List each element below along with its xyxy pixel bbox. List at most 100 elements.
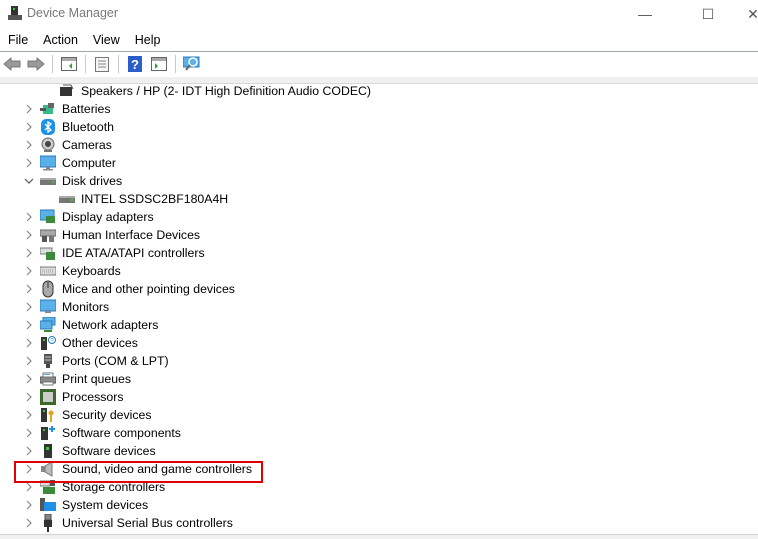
back-button[interactable] (2, 55, 22, 73)
expand-arrow-right-icon[interactable] (24, 352, 34, 370)
tree-category-item[interactable]: Keyboards (40, 262, 121, 280)
tree-category-item[interactable]: Computer (40, 154, 116, 172)
expand-arrow-right-icon[interactable] (24, 208, 34, 226)
tree-category-item[interactable]: Disk drives (40, 172, 122, 190)
tree-item-label: Network adapters (62, 318, 159, 332)
other-devices-icon: ? (40, 335, 56, 351)
expand-arrow-right-icon[interactable] (24, 514, 34, 532)
expand-arrow-right-icon[interactable] (24, 226, 34, 244)
menu-file[interactable]: File (0, 30, 35, 50)
tree-category-item[interactable]: Bluetooth (40, 118, 114, 136)
speaker-device-icon (59, 83, 75, 99)
tree-item-label: Display adapters (62, 210, 154, 224)
expand-arrow-right-icon[interactable] (24, 334, 34, 352)
tree-item-label: Security devices (62, 408, 152, 422)
tree-item-label: Monitors (62, 300, 110, 314)
printer-icon (40, 371, 56, 387)
expand-arrow-right-icon[interactable] (24, 496, 34, 514)
menu-help[interactable]: Help (127, 30, 168, 50)
mouse-icon (40, 280, 56, 298)
forward-button[interactable] (26, 55, 46, 73)
expand-arrow-right-icon[interactable] (24, 406, 34, 424)
close-icon: ✕ (747, 5, 758, 22)
tree-category-item[interactable]: System devices (40, 496, 148, 514)
tree-item-label: Human Interface Devices (62, 228, 201, 242)
close-button[interactable]: ✕ (730, 0, 758, 28)
expand-arrow-right-icon[interactable] (24, 118, 34, 136)
tree-category-item[interactable]: Network adapters (40, 316, 158, 334)
expand-arrow-down-icon[interactable] (24, 172, 34, 190)
maximize-button[interactable]: ☐ (685, 0, 731, 28)
show-hide-console-tree-button[interactable] (59, 55, 79, 73)
tree-item-label: System devices (62, 498, 149, 512)
system-device-icon (40, 497, 56, 513)
tree-category-item[interactable]: Ports (COM & LPT) (40, 352, 169, 370)
processor-icon (40, 389, 56, 405)
help-button[interactable]: ? (125, 55, 145, 73)
tree-item-label: Other devices (62, 336, 138, 350)
status-strip (0, 534, 758, 539)
disk-drive-icon (59, 191, 75, 207)
tree-item-label: Mice and other pointing devices (62, 282, 235, 296)
toolbar-separator (52, 55, 53, 73)
expand-arrow-right-icon[interactable] (24, 280, 34, 298)
highlight-box (14, 461, 263, 483)
menu-view[interactable]: View (85, 30, 127, 50)
tree-category-item[interactable]: Mice and other pointing devices (40, 280, 235, 298)
expand-arrow-right-icon[interactable] (24, 298, 34, 316)
expand-arrow-right-icon[interactable] (24, 262, 34, 280)
hid-icon (40, 227, 56, 243)
minimize-button[interactable]: — (622, 0, 668, 28)
tree-item-label: Ports (COM & LPT) (62, 354, 169, 368)
toolbar: ? (0, 52, 758, 76)
window-title: Device Manager (27, 6, 119, 20)
device-manager-icon (8, 6, 22, 20)
usb-icon (40, 514, 56, 532)
tree-item-label: Disk drives (62, 174, 123, 188)
tree-item-label: Software devices (62, 444, 156, 458)
expand-arrow-right-icon[interactable] (24, 154, 34, 172)
expand-arrow-right-icon[interactable] (24, 388, 34, 406)
tree-category-item[interactable]: Print queues (40, 370, 131, 388)
tree-category-item[interactable]: Batteries (40, 100, 111, 118)
expand-arrow-right-icon[interactable] (24, 316, 34, 334)
tree-item-label: Cameras (62, 138, 112, 152)
back-icon (3, 57, 21, 71)
tree-category-item[interactable]: Cameras (40, 136, 112, 154)
tree-category-item[interactable]: Processors (40, 388, 124, 406)
tree-category-item[interactable]: Software devices (40, 442, 156, 460)
properties-button[interactable] (92, 55, 112, 73)
scan-hardware-button[interactable] (182, 55, 202, 73)
tree-category-item[interactable]: IDE ATA/ATAPI controllers (40, 244, 205, 262)
tree-device-item[interactable]: INTEL SSDSC2BF180A4H (59, 190, 228, 208)
expand-arrow-right-icon[interactable] (24, 136, 34, 154)
camera-icon (40, 137, 56, 153)
ide-controller-icon (40, 245, 56, 261)
tree-category-item[interactable]: Software components (40, 424, 181, 442)
disk-drive-icon (40, 173, 56, 189)
expand-arrow-right-icon[interactable] (24, 442, 34, 460)
scan-hardware-icon (183, 56, 200, 71)
menu-bar: File Action View Help (0, 30, 758, 50)
help-icon: ? (128, 56, 142, 72)
tree-category-item[interactable]: Universal Serial Bus controllers (40, 514, 233, 532)
tree-category-item[interactable]: Security devices (40, 406, 152, 424)
expand-arrow-right-icon[interactable] (24, 370, 34, 388)
action-pane-button[interactable] (149, 55, 169, 73)
tree-category-item[interactable]: ? Other devices (40, 334, 138, 352)
menu-action[interactable]: Action (35, 30, 85, 50)
tree-category-item[interactable]: Display adapters (40, 208, 154, 226)
bluetooth-icon (40, 119, 56, 135)
tree-item-label: Batteries (62, 102, 111, 116)
properties-icon (95, 56, 109, 72)
expand-arrow-right-icon[interactable] (24, 100, 34, 118)
expand-arrow-right-icon[interactable] (24, 424, 34, 442)
expand-arrow-right-icon[interactable] (24, 244, 34, 262)
tree-category-item[interactable]: Monitors (40, 298, 109, 316)
tree-item-label: Print queues (62, 372, 132, 386)
toolbar-separator (85, 55, 86, 73)
tree-category-item[interactable]: Human Interface Devices (40, 226, 200, 244)
software-component-icon (40, 425, 56, 441)
tree-item-label: INTEL SSDSC2BF180A4H (81, 192, 229, 206)
tree-device-item[interactable]: Speakers / HP (2- IDT High Definition Au… (59, 82, 371, 100)
